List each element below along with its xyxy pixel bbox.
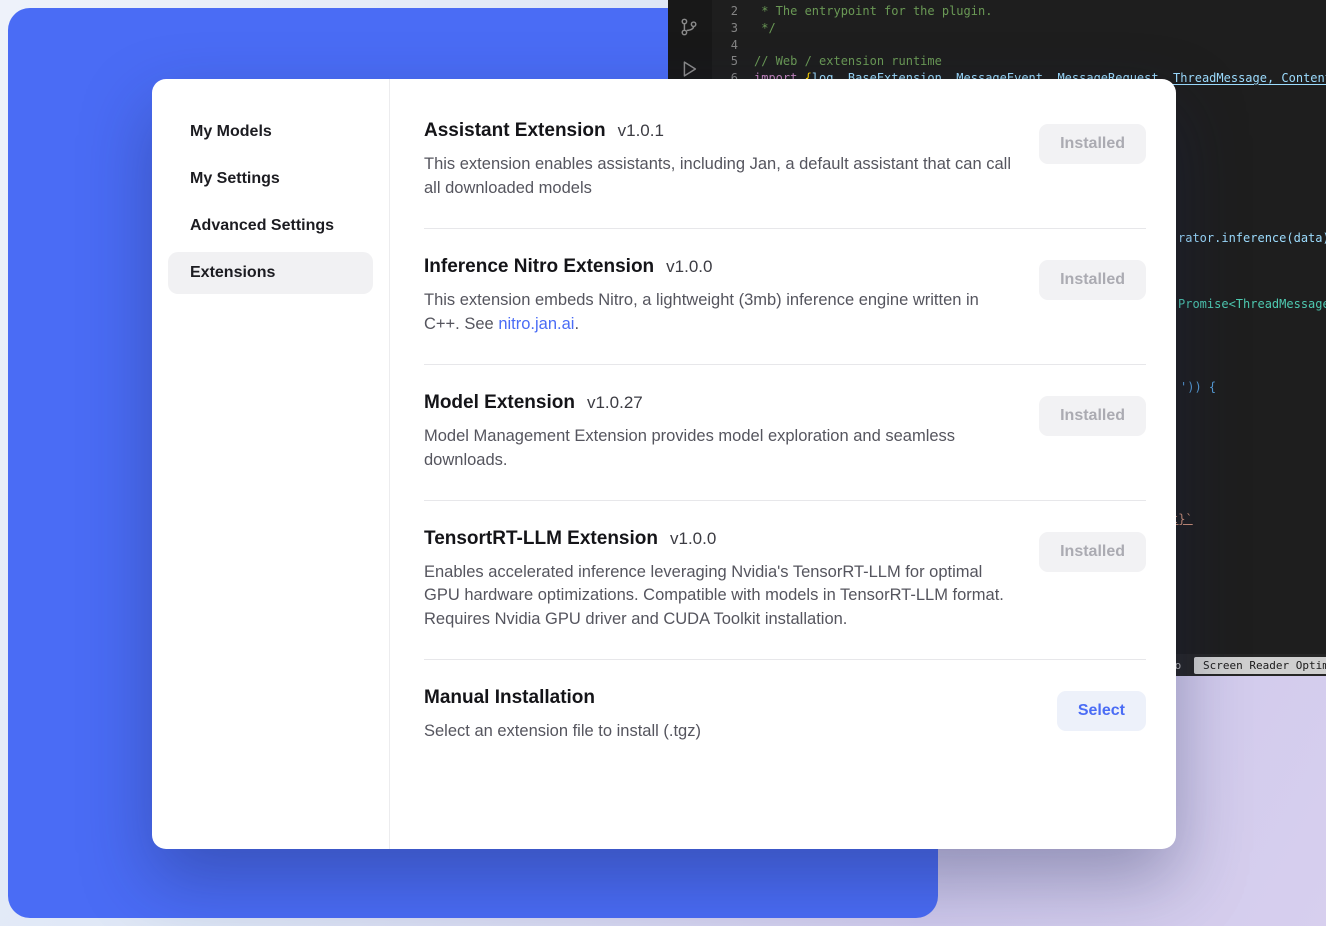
extension-info: Inference Nitro Extension v1.0.0 This ex… [424, 256, 1014, 337]
extension-info: Model Extension v1.0.27 Model Management… [424, 392, 1014, 473]
line-number: 3 [712, 20, 738, 37]
code-line: 3 */ [712, 20, 776, 37]
installed-button[interactable]: Installed [1039, 396, 1146, 436]
code-fragment: Promise<ThreadMessage> [1178, 296, 1326, 312]
extension-row-tensorrt-llm: TensortRT-LLM Extension v1.0.0 Enables a… [424, 501, 1146, 661]
extension-info: Manual Installation Select an extension … [424, 687, 701, 744]
code-text: */ [754, 20, 776, 37]
installed-button[interactable]: Installed [1039, 260, 1146, 300]
extension-title-line: Inference Nitro Extension v1.0.0 [424, 256, 1014, 278]
extension-title-line: Manual Installation [424, 687, 701, 709]
extension-version: v1.0.1 [618, 121, 664, 141]
extension-row-assistant: Assistant Extension v1.0.1 This extensio… [424, 93, 1146, 229]
extension-version: v1.0.0 [666, 257, 712, 277]
extension-description: This extension embeds Nitro, a lightweig… [424, 289, 1014, 337]
extension-title: Inference Nitro Extension [424, 256, 654, 278]
extension-row-model: Model Extension v1.0.27 Model Management… [424, 365, 1146, 501]
code-line: 4 [712, 37, 754, 54]
extension-description: Enables accelerated inference leveraging… [424, 561, 1014, 633]
extension-title-line: Assistant Extension v1.0.1 [424, 120, 1014, 142]
code-line: 2 * The entrypoint for the plugin. [712, 3, 992, 20]
line-number: 4 [712, 37, 738, 54]
extension-description: Model Management Extension provides mode… [424, 425, 1014, 473]
extension-title: Assistant Extension [424, 120, 606, 142]
code-text: // Web / extension runtime [754, 53, 942, 70]
extension-description: Select an extension file to install (.tg… [424, 720, 701, 744]
installed-button[interactable]: Installed [1039, 124, 1146, 164]
extension-title: Model Extension [424, 392, 575, 414]
sidebar-item-advanced-settings[interactable]: Advanced Settings [168, 205, 373, 247]
extension-title: TensortRT-LLM Extension [424, 528, 658, 550]
extension-info: TensortRT-LLM Extension v1.0.0 Enables a… [424, 528, 1014, 633]
settings-modal: My Models My Settings Advanced Settings … [152, 79, 1176, 849]
nitro-jan-ai-link[interactable]: nitro.jan.ai [498, 315, 574, 333]
extension-title-line: TensortRT-LLM Extension v1.0.0 [424, 528, 1014, 550]
line-number: 2 [712, 3, 738, 20]
extension-row-inference-nitro: Inference Nitro Extension v1.0.0 This ex… [424, 229, 1146, 365]
code-fragment: ')) { [1180, 379, 1216, 395]
settings-sidebar: My Models My Settings Advanced Settings … [152, 79, 390, 849]
code-line: 5 // Web / extension runtime [712, 53, 942, 70]
extension-description: This extension enables assistants, inclu… [424, 153, 1014, 201]
extension-version: v1.0.27 [587, 393, 643, 413]
extension-info: Assistant Extension v1.0.1 This extensio… [424, 120, 1014, 201]
sidebar-item-my-models[interactable]: My Models [168, 111, 373, 153]
code-fragment: rator.inference(data)); [1178, 230, 1326, 246]
extension-title-line: Model Extension v1.0.27 [424, 392, 1014, 414]
screen-reader-chip[interactable]: Screen Reader Optimized [1194, 657, 1326, 674]
extension-title: Manual Installation [424, 687, 595, 709]
extension-version: v1.0.0 [670, 529, 716, 549]
installed-button[interactable]: Installed [1039, 532, 1146, 572]
sidebar-item-extensions[interactable]: Extensions [168, 252, 373, 294]
extensions-panel: Assistant Extension v1.0.1 This extensio… [390, 79, 1176, 849]
sidebar-item-my-settings[interactable]: My Settings [168, 158, 373, 200]
select-file-button[interactable]: Select [1057, 691, 1146, 731]
source-control-icon[interactable] [678, 16, 700, 41]
description-text: . [574, 315, 579, 333]
manual-installation-row: Manual Installation Select an extension … [424, 660, 1146, 771]
line-number: 5 [712, 53, 738, 70]
code-text: * The entrypoint for the plugin. [754, 3, 992, 20]
